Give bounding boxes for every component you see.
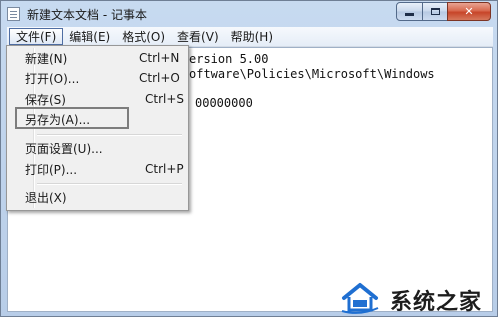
- menu-item-save[interactable]: 保存(S) Ctrl+S: [9, 89, 186, 109]
- minimize-button[interactable]: [396, 2, 423, 21]
- menu-item-label: 打开(O)...: [25, 71, 80, 86]
- maximize-icon: [430, 8, 440, 15]
- title-bar[interactable]: 新建文本文档 - 记事本 ✕: [1, 1, 497, 27]
- menu-item-new[interactable]: 新建(N) Ctrl+N: [9, 48, 186, 68]
- menu-help[interactable]: 帮助(H): [225, 28, 279, 45]
- menu-item-label: 页面设置(U)...: [25, 141, 103, 156]
- close-button[interactable]: ✕: [447, 2, 491, 21]
- menu-separator: [37, 134, 182, 136]
- menu-item-label: 退出(X): [25, 190, 67, 205]
- house-logo-icon: [341, 283, 379, 314]
- menu-file[interactable]: 文件(F): [9, 28, 64, 45]
- menu-format[interactable]: 格式(O): [116, 28, 171, 45]
- notepad-icon[interactable]: [7, 7, 20, 21]
- minimize-icon: [405, 13, 414, 16]
- menu-view[interactable]: 查看(V): [171, 28, 225, 45]
- editor-line: oftware\Policies\Microsoft\Windows: [189, 67, 435, 81]
- maximize-button[interactable]: [422, 2, 448, 21]
- watermark-text: 系统之家: [390, 290, 483, 315]
- menu-item-shortcut: Ctrl+P: [145, 162, 184, 176]
- window-title: 新建文本文档 - 记事本: [27, 8, 147, 22]
- menu-item-label: 保存(S): [25, 92, 66, 107]
- editor-line: ersion 5.00: [189, 52, 269, 66]
- window-controls: ✕: [396, 2, 491, 21]
- menu-item-page-setup[interactable]: 页面设置(U)...: [9, 138, 186, 158]
- close-icon: ✕: [464, 5, 474, 18]
- menu-item-exit[interactable]: 退出(X): [9, 187, 186, 207]
- menu-item-open[interactable]: 打开(O)... Ctrl+O: [9, 68, 186, 88]
- menu-item-print[interactable]: 打印(P)... Ctrl+P: [9, 159, 186, 179]
- menu-item-label: 新建(N): [25, 51, 68, 66]
- menu-edit[interactable]: 编辑(E): [63, 28, 116, 45]
- menu-item-shortcut: Ctrl+O: [139, 71, 180, 85]
- menu-item-shortcut: Ctrl+N: [139, 51, 180, 65]
- menu-item-shortcut: Ctrl+S: [145, 92, 185, 106]
- menu-separator: [37, 183, 182, 185]
- editor-line: 00000000: [195, 96, 253, 110]
- watermark: 系统之家: [340, 278, 500, 319]
- menu-item-label: 打印(P)...: [25, 162, 78, 177]
- menu-bar: 文件(F) 编辑(E) 格式(O) 查看(V) 帮助(H): [7, 27, 493, 47]
- save-as-highlight-box: [15, 107, 129, 129]
